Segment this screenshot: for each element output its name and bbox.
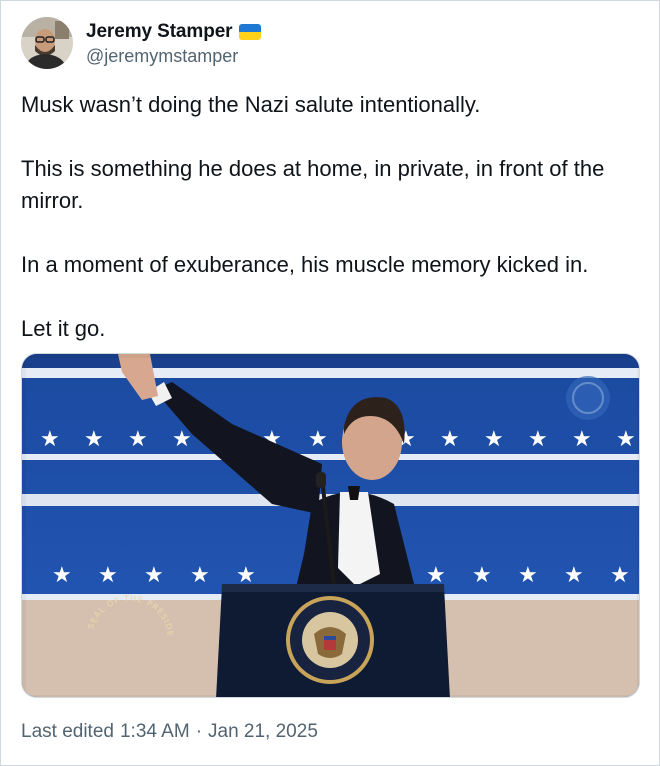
svg-text:★: ★ bbox=[528, 427, 548, 452]
ukraine-flag-icon bbox=[239, 23, 262, 40]
svg-text:★: ★ bbox=[128, 427, 148, 452]
svg-text:★: ★ bbox=[484, 427, 504, 452]
tweet-paragraph: Let it go. bbox=[21, 316, 106, 341]
svg-text:★: ★ bbox=[440, 427, 460, 452]
display-name-row: Jeremy Stamper bbox=[86, 20, 262, 44]
tweet-card: Jeremy Stamper @jeremymstamper Musk wasn… bbox=[0, 0, 660, 766]
avatar[interactable] bbox=[21, 17, 73, 69]
svg-text:★: ★ bbox=[564, 563, 584, 588]
display-name[interactable]: Jeremy Stamper bbox=[86, 21, 233, 43]
tweet-date[interactable]: Jan 21, 2025 bbox=[208, 721, 318, 743]
svg-text:★: ★ bbox=[518, 563, 538, 588]
media-photo: ★ ★ ★ ★ ★ ★ ★ ★ ★ ★ ★ ★ ★ ★ ★ ★ ★ ★ ★ ★ ★ ★ bbox=[22, 354, 639, 697]
tweet-footer: Last edited 1:34 AM · Jan 21, 2025 bbox=[21, 721, 318, 743]
tweet-paragraph: Musk wasn’t doing the Nazi salute intent… bbox=[21, 92, 481, 117]
svg-text:★: ★ bbox=[472, 563, 492, 588]
svg-text:★: ★ bbox=[190, 563, 210, 588]
tweet-media[interactable]: ★ ★ ★ ★ ★ ★ ★ ★ ★ ★ ★ ★ ★ ★ ★ ★ ★ ★ ★ ★ ★ ★ bbox=[21, 353, 640, 698]
tweet-header: Jeremy Stamper @jeremymstamper bbox=[21, 15, 262, 71]
svg-text:★: ★ bbox=[610, 563, 630, 588]
edited-label[interactable]: Last edited bbox=[21, 721, 114, 743]
svg-text:★: ★ bbox=[172, 427, 192, 452]
avatar-image bbox=[21, 17, 73, 69]
user-handle[interactable]: @jeremymstamper bbox=[86, 46, 261, 67]
tweet-paragraph: In a moment of exuberance, his muscle me… bbox=[21, 252, 589, 277]
svg-text:★: ★ bbox=[308, 427, 328, 452]
tweet-paragraph: This is something he does at home, in pr… bbox=[21, 156, 611, 213]
author-names: Jeremy Stamper @jeremymstamper bbox=[86, 20, 262, 67]
tweet-text: Musk wasn’t doing the Nazi salute intent… bbox=[21, 89, 643, 345]
svg-text:★: ★ bbox=[52, 563, 72, 588]
svg-text:★: ★ bbox=[616, 427, 636, 452]
footer-separator: · bbox=[195, 721, 203, 742]
svg-text:★: ★ bbox=[572, 427, 592, 452]
svg-text:★: ★ bbox=[84, 427, 104, 452]
svg-text:★: ★ bbox=[144, 563, 164, 588]
tweet-time[interactable]: 1:34 AM bbox=[120, 721, 190, 743]
svg-text:★: ★ bbox=[98, 563, 118, 588]
svg-text:★: ★ bbox=[40, 427, 60, 452]
